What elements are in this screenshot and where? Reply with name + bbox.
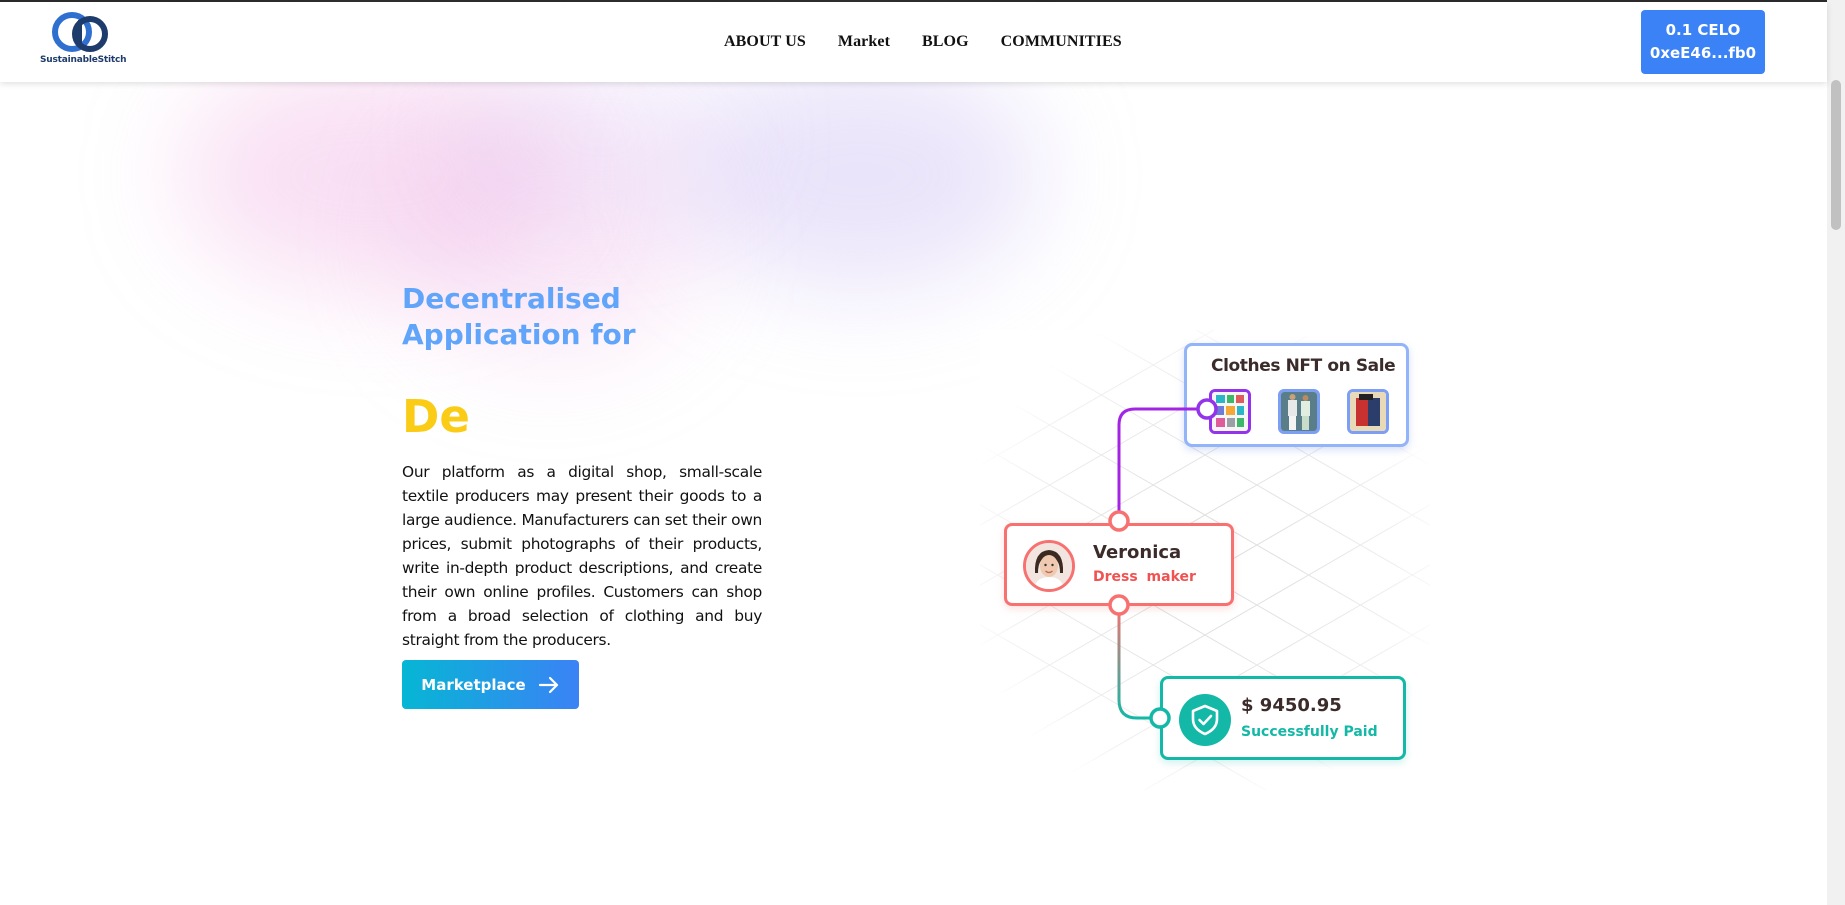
wallet-button[interactable]: 0.1 CELO 0xeE46...fb0 xyxy=(1641,10,1765,74)
payment-card: $ 9450.95 Successfully Paid xyxy=(1160,676,1406,760)
nav-communities[interactable]: COMMUNITIES xyxy=(1001,33,1122,51)
arrow-right-icon xyxy=(538,676,558,693)
nft-thumbnail[interactable] xyxy=(1209,389,1251,434)
nav-about-us[interactable]: ABOUT US xyxy=(724,33,806,51)
navbar: SustainableStitch ABOUT US Market BLOG C… xyxy=(0,2,1827,82)
hero-description: Our platform as a digital shop, small-sc… xyxy=(402,463,762,649)
marketplace-button-label: Marketplace xyxy=(421,675,526,694)
wallet-address: 0xeE46...fb0 xyxy=(1649,44,1757,62)
jacket-photo-icon xyxy=(1350,392,1386,431)
brand-name: SustainableStitch xyxy=(40,55,127,65)
hero-title: Decentralised Application for xyxy=(402,282,636,351)
nft-card-title: Clothes NFT on Sale xyxy=(1211,356,1396,376)
marketplace-button[interactable]: Marketplace xyxy=(402,660,579,709)
background-glow xyxy=(460,60,740,210)
page-scrollbar[interactable] xyxy=(1827,0,1845,905)
person-name: Veronica xyxy=(1093,542,1182,563)
clothes-rack-icon xyxy=(1212,392,1248,431)
wallet-balance: 0.1 CELO xyxy=(1665,21,1741,39)
nav-market[interactable]: Market xyxy=(838,33,890,51)
logo-mark-icon xyxy=(52,12,108,52)
person-avatar-icon xyxy=(1026,543,1072,589)
nft-card: Clothes NFT on Sale xyxy=(1184,343,1409,447)
nft-thumbnail[interactable] xyxy=(1278,389,1320,434)
main-nav: ABOUT US Market BLOG COMMUNITIES xyxy=(724,2,1154,82)
typed-text: De xyxy=(402,390,470,443)
person-role: Dress maker xyxy=(1093,569,1196,585)
shield-check-icon xyxy=(1179,694,1231,746)
models-photo-icon xyxy=(1281,392,1317,431)
person-card: Veronica Dress maker xyxy=(1004,523,1234,606)
brand-logo[interactable]: SustainableStitch xyxy=(40,12,127,72)
background-glow xyxy=(680,60,1040,290)
nft-thumbnail[interactable] xyxy=(1347,389,1389,434)
scrollbar-thumb[interactable] xyxy=(1831,80,1841,230)
payment-amount: $ 9450.95 xyxy=(1241,695,1342,716)
avatar xyxy=(1023,540,1075,592)
nav-blog[interactable]: BLOG xyxy=(922,33,969,51)
payment-status: Successfully Paid xyxy=(1241,724,1378,740)
